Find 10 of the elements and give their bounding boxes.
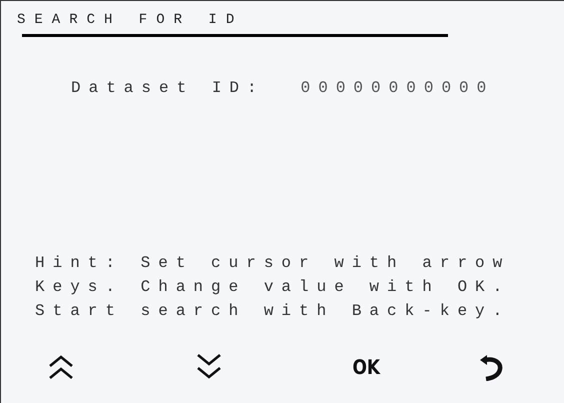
screen-title: SEARCH FOR ID — [17, 11, 244, 29]
double-chevron-up-icon[interactable] — [48, 354, 74, 380]
back-icon[interactable] — [479, 354, 503, 380]
hint-text: Keys. Change value with OK. — [35, 277, 512, 298]
field-value[interactable]: 00000000000 — [300, 79, 494, 97]
hint-text: Hint: Set cursor with arrow — [35, 253, 512, 274]
hint-text: Start search with Back-key. — [35, 301, 512, 322]
field-label: Dataset ID: — [71, 79, 265, 97]
double-chevron-down-icon[interactable] — [196, 353, 222, 381]
ok-button[interactable]: OK — [348, 355, 384, 379]
